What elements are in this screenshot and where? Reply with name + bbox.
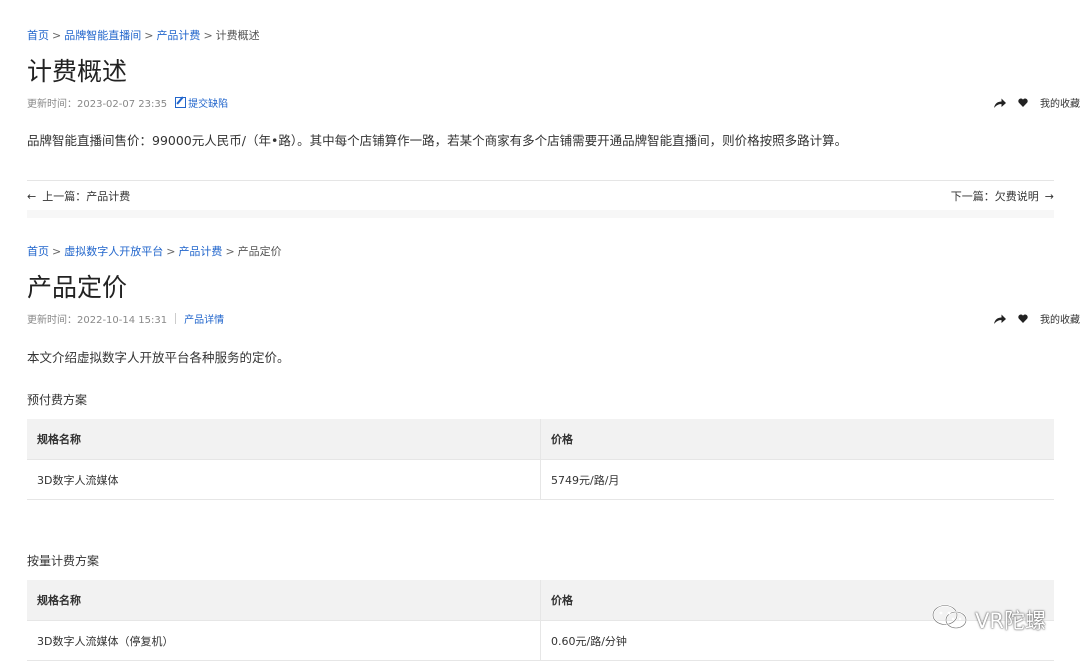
article-pager: ← 上一篇：产品计费 下一篇：欠费说明 → <box>27 180 1054 211</box>
page-title: 产品定价 <box>27 273 128 302</box>
intro-paragraph: 本文介绍虚拟数字人开放平台各种服务的定价。 <box>27 350 290 365</box>
cell-spec: 3D数字人流媒体 <box>27 459 541 500</box>
breadcrumb-billing[interactable]: 产品计费 <box>156 29 200 42</box>
feedback-link[interactable]: 提交缺陷 <box>188 95 228 110</box>
heart-icon[interactable] <box>1018 314 1028 323</box>
heart-icon[interactable] <box>1018 98 1028 107</box>
action-bar: 我的收藏 <box>994 311 1080 326</box>
meta-row: 更新时间：2023-02-07 23:35 提交缺陷 <box>27 95 1054 110</box>
col-spec-name: 规格名称 <box>27 419 541 460</box>
table-header-row: 规格名称 价格 <box>27 580 1054 621</box>
watermark: VR陀螺 <box>931 603 1046 636</box>
share-icon[interactable] <box>994 98 1006 108</box>
watermark-text: VR陀螺 <box>975 608 1046 633</box>
payg-table: 规格名称 价格 3D数字人流媒体（停复机） 0.60元/路/分钟 <box>27 580 1054 661</box>
breadcrumb-brand-live[interactable]: 品牌智能直播间 <box>64 29 141 42</box>
favorites-link[interactable]: 我的收藏 <box>1040 95 1080 110</box>
prepaid-table: 规格名称 价格 3D数字人流媒体 5749元/路/月 <box>27 419 1054 500</box>
breadcrumb-home[interactable]: 首页 <box>27 29 49 42</box>
section-divider <box>27 210 1054 218</box>
arrow-right-icon: → <box>1044 190 1054 203</box>
edit-icon[interactable] <box>175 97 187 108</box>
page-title: 计费概述 <box>27 57 128 86</box>
payg-heading: 按量计费方案 <box>27 554 100 568</box>
pricing-paragraph: 品牌智能直播间售价：99000元人民币/（年•路）。其中每个店铺算作一路，若某个… <box>27 133 848 148</box>
breadcrumb-platform[interactable]: 虚拟数字人开放平台 <box>64 245 163 258</box>
update-time: 更新时间：2023-02-07 23:35 <box>27 99 168 110</box>
next-article-link[interactable]: 下一篇：欠费说明 → <box>951 188 1054 204</box>
arrow-left-icon: ← <box>27 190 37 203</box>
col-spec-name: 规格名称 <box>27 580 541 621</box>
wechat-icon <box>931 603 969 636</box>
breadcrumb-home[interactable]: 首页 <box>27 245 49 258</box>
product-detail-link[interactable]: 产品详情 <box>184 311 224 326</box>
table-row: 3D数字人流媒体（停复机） 0.60元/路/分钟 <box>27 620 1054 661</box>
update-time: 更新时间：2022-10-14 15:31 <box>27 315 168 326</box>
favorites-link[interactable]: 我的收藏 <box>1040 311 1080 326</box>
action-bar: 我的收藏 <box>994 95 1080 110</box>
share-icon[interactable] <box>994 314 1006 324</box>
prepaid-heading: 预付费方案 <box>27 393 88 407</box>
prev-article-link[interactable]: ← 上一篇：产品计费 <box>27 188 130 204</box>
breadcrumb: 首页 > 虚拟数字人开放平台 > 产品计费 > 产品定价 <box>27 245 282 258</box>
breadcrumb: 首页 > 品牌智能直播间 > 产品计费 > 计费概述 <box>27 29 260 42</box>
breadcrumb-current: 产品定价 <box>237 245 282 258</box>
meta-separator <box>175 313 177 324</box>
cell-price: 5749元/路/月 <box>540 459 1054 500</box>
meta-row: 更新时间：2022-10-14 15:31 产品详情 <box>27 311 1054 326</box>
breadcrumb-current: 计费概述 <box>215 29 260 42</box>
table-header-row: 规格名称 价格 <box>27 419 1054 460</box>
col-price: 价格 <box>540 419 1054 460</box>
breadcrumb-billing[interactable]: 产品计费 <box>178 245 222 258</box>
cell-spec: 3D数字人流媒体（停复机） <box>27 620 541 661</box>
table-row: 3D数字人流媒体 5749元/路/月 <box>27 459 1054 500</box>
